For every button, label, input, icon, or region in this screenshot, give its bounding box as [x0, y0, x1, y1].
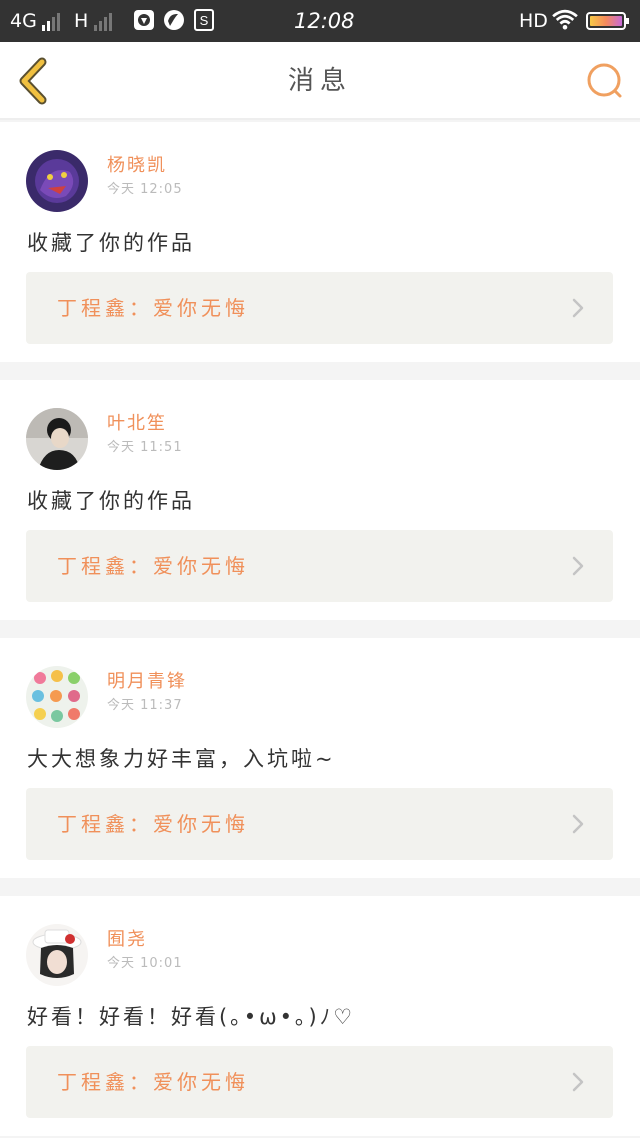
signal-icon: [42, 13, 66, 31]
work-title: 丁程鑫：爱你无悔: [57, 296, 249, 320]
header-bar: 消息: [0, 42, 640, 120]
signal-icon-2: [94, 13, 118, 31]
user-name[interactable]: 叶北笙: [107, 412, 167, 436]
message-text: 收藏了你的作品: [27, 489, 195, 513]
battery-icon: [586, 12, 629, 30]
message-card: 叶北笙 今天 11:51 收藏了你的作品 丁程鑫：爱你无悔: [0, 380, 640, 620]
network-type-label-2: H: [74, 10, 89, 32]
message-time: 今天 11:37: [107, 698, 183, 713]
sim-icon: S: [194, 9, 214, 31]
user-avatar[interactable]: [26, 150, 88, 212]
user-name[interactable]: 囿尧: [107, 928, 147, 952]
work-link[interactable]: 丁程鑫：爱你无悔: [26, 272, 613, 344]
user-name[interactable]: 明月青锋: [107, 670, 187, 694]
chevron-right-icon: [572, 814, 584, 834]
user-avatar[interactable]: [26, 666, 88, 728]
message-time: 今天 12:05: [107, 182, 183, 197]
status-bar: 4G H S 12:08 HD: [0, 0, 640, 42]
message-time: 今天 11:51: [107, 440, 183, 455]
user-name[interactable]: 杨晓凯: [107, 154, 167, 178]
page-title: 消息: [287, 66, 352, 96]
message-card: 杨晓凯 今天 12:05 收藏了你的作品 丁程鑫：爱你无悔: [0, 122, 640, 362]
work-link[interactable]: 丁程鑫：爱你无悔: [26, 1046, 613, 1118]
message-card: 囿尧 今天 10:01 好看！好看！好看(｡•ω•｡)ﾉ♡ 丁程鑫：爱你无悔: [0, 896, 640, 1136]
search-button[interactable]: [580, 58, 626, 104]
work-link[interactable]: 丁程鑫：爱你无悔: [26, 530, 613, 602]
message-card: 明月青锋 今天 11:37 大大想象力好丰富，入坑啦~ 丁程鑫：爱你无悔: [0, 638, 640, 878]
user-avatar[interactable]: [26, 408, 88, 470]
wifi-icon: [552, 9, 578, 30]
hd-indicator: HD: [519, 10, 548, 32]
work-title: 丁程鑫：爱你无悔: [57, 1070, 249, 1094]
user-avatar[interactable]: [26, 924, 88, 986]
chevron-right-icon: [572, 1072, 584, 1092]
browser-icon: [164, 10, 184, 30]
message-time: 今天 10:01: [107, 956, 183, 971]
work-title: 丁程鑫：爱你无悔: [57, 812, 249, 836]
message-text: 大大想象力好丰富，入坑啦~: [27, 747, 336, 771]
back-button[interactable]: [12, 56, 56, 106]
clock: 12:08: [294, 9, 355, 33]
work-link[interactable]: 丁程鑫：爱你无悔: [26, 788, 613, 860]
network-type-label: 4G: [10, 10, 37, 32]
message-text: 好看！好看！好看(｡•ω•｡)ﾉ♡: [27, 1005, 356, 1029]
chevron-right-icon: [572, 298, 584, 318]
notification-app-icon: [134, 10, 154, 30]
chevron-right-icon: [572, 556, 584, 576]
message-text: 收藏了你的作品: [27, 231, 195, 255]
svg-text:S: S: [200, 13, 209, 28]
work-title: 丁程鑫：爱你无悔: [57, 554, 249, 578]
